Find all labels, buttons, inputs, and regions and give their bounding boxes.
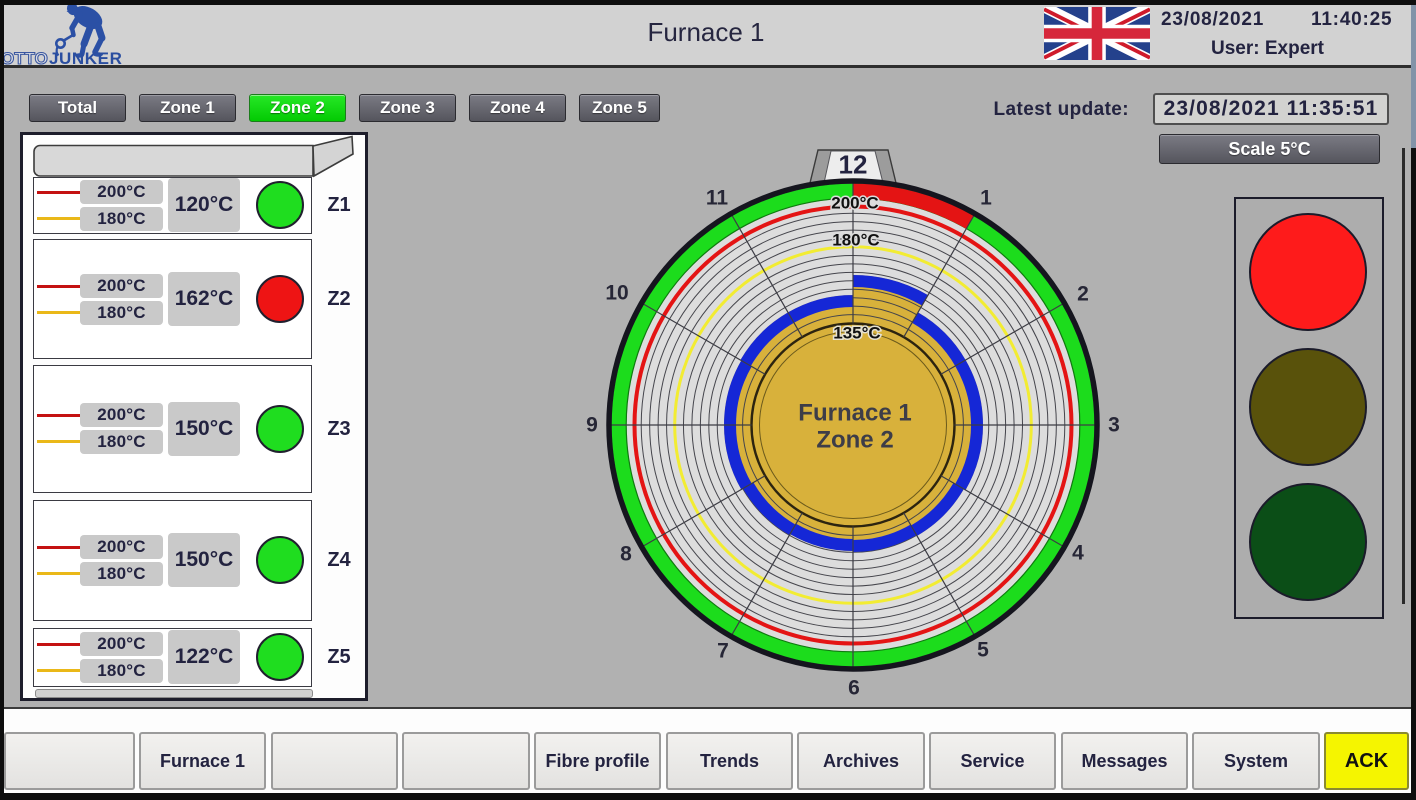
- svg-text:Furnace 1: Furnace 1: [798, 400, 911, 427]
- svg-text:12: 12: [839, 150, 868, 180]
- svg-text:10: 10: [605, 282, 628, 305]
- svg-text:7: 7: [717, 640, 729, 663]
- svg-text:1: 1: [980, 187, 992, 210]
- svg-text:3: 3: [1108, 414, 1120, 437]
- svg-text:5: 5: [977, 639, 989, 662]
- svg-text:2: 2: [1077, 283, 1089, 306]
- svg-text:9: 9: [586, 414, 598, 437]
- svg-text:135°C: 135°C: [833, 324, 880, 343]
- svg-text:8: 8: [620, 543, 632, 566]
- svg-text:JUNKER: JUNKER: [49, 49, 123, 68]
- svg-text:180°C: 180°C: [832, 231, 879, 250]
- svg-text:Zone 2: Zone 2: [816, 427, 893, 454]
- svg-text:4: 4: [1072, 542, 1084, 565]
- svg-text:OTTO: OTTO: [1, 49, 48, 68]
- svg-text:11: 11: [706, 187, 729, 210]
- svg-text:200°C: 200°C: [831, 194, 878, 213]
- svg-text:6: 6: [848, 677, 860, 700]
